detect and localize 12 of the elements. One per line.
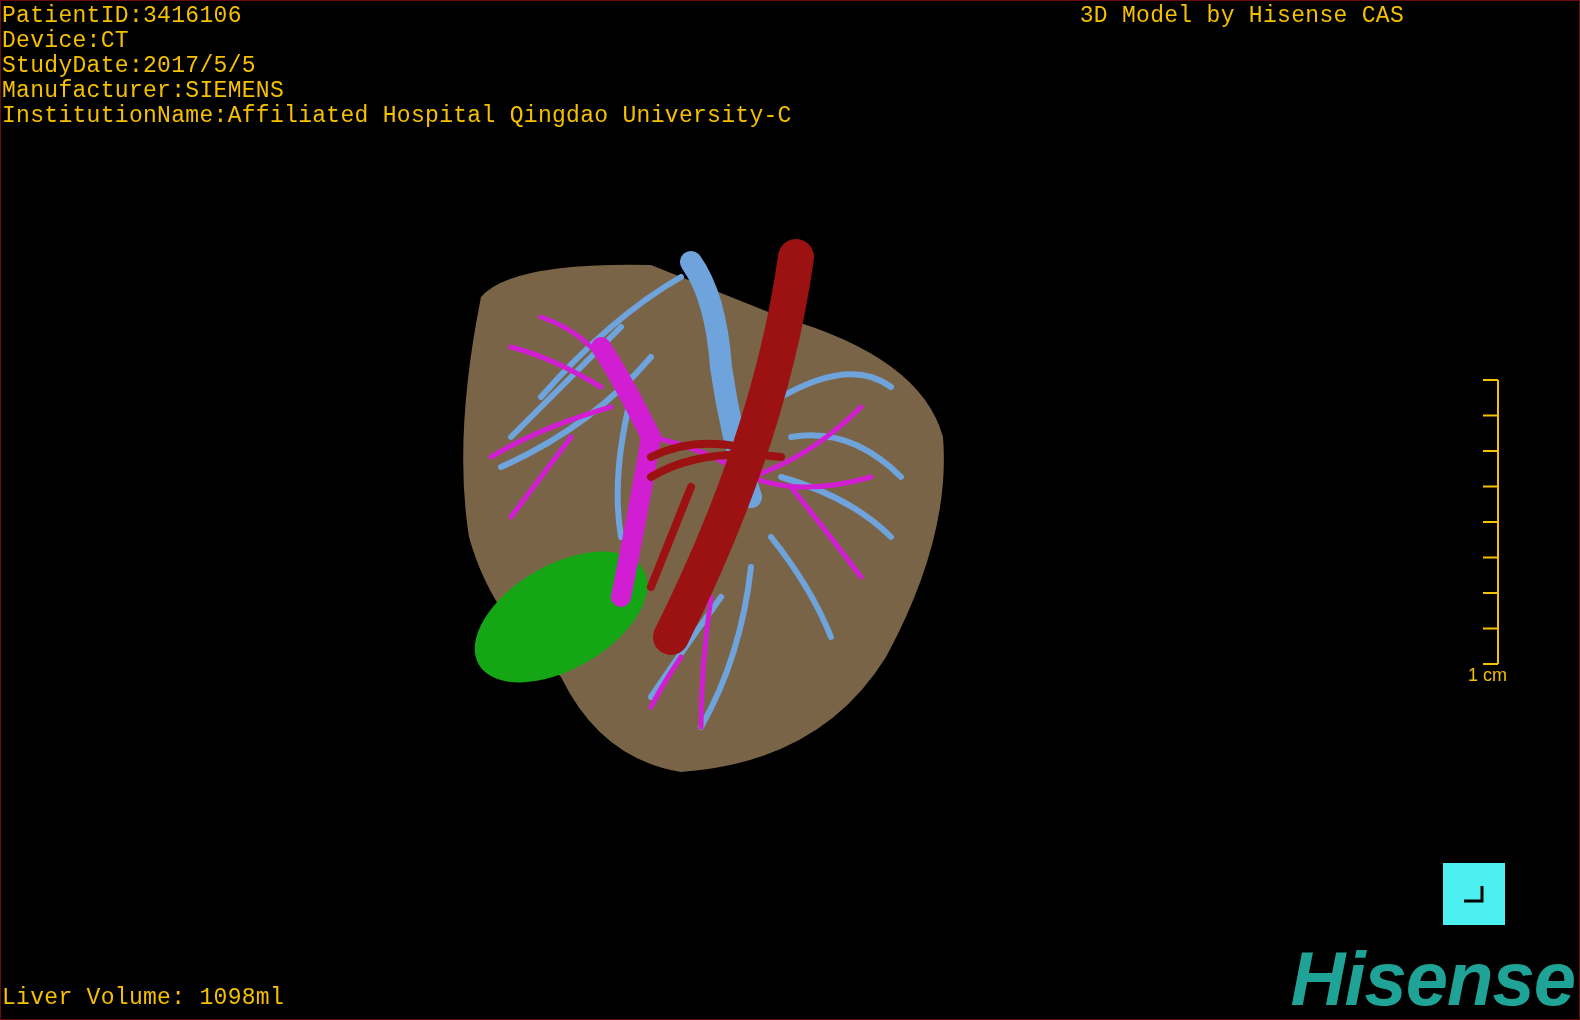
- brand-logo: Hisense: [1290, 947, 1576, 1011]
- patient-info-line: Manufacturer:SIEMENS: [2, 79, 286, 104]
- patient-info-line: Device:CT: [2, 29, 130, 54]
- liver-volume-text: Liver Volume: 1098ml: [2, 986, 285, 1011]
- corner-icon: [1462, 884, 1486, 904]
- patient-info-line: PatientID:3416106: [2, 4, 243, 29]
- scale-ruler-icon: [1481, 379, 1501, 665]
- patient-info-line: InstitutionName:Affiliated Hospital Qingdao University-C: [2, 104, 792, 129]
- corner-button[interactable]: [1443, 863, 1505, 925]
- patient-info-line: StudyDate:2017/5/5: [2, 54, 257, 79]
- scale-label: 1 cm: [1468, 665, 1507, 686]
- viewer-title: 3D Model by Hisense CAS: [1079, 4, 1404, 31]
